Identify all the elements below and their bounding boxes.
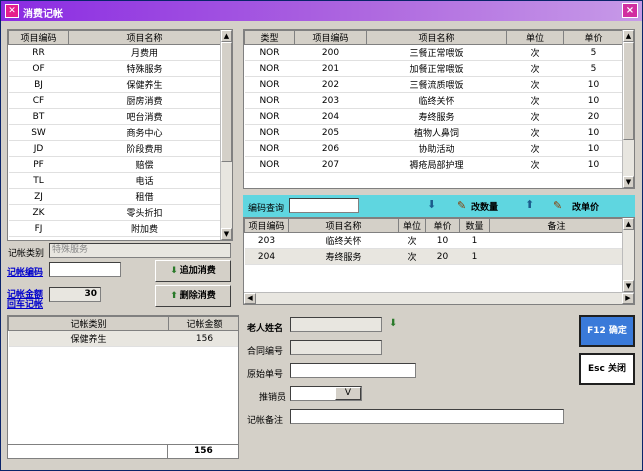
arrow-down-icon: ⬇ [170,266,178,276]
items-header-unit[interactable]: 单位 [506,30,564,45]
change-qty-icon: ✎ [457,199,467,212]
close-button[interactable]: × [622,3,638,18]
table-row[interactable]: ZK 零头折扣 [8,204,221,221]
table-row[interactable]: NOR 202 三餐流质喂饭次 10 [244,76,624,93]
catalog-header-name[interactable]: 项目名称 [68,30,221,45]
selected-header-qty[interactable]: 数量 [459,218,490,233]
query-label: 编码查询 [248,204,285,214]
table-row[interactable]: RR 月费用 [8,44,221,61]
salesperson-dropdown-button[interactable]: V [335,387,361,400]
add-consumption-button[interactable]: ⬇ 追加消费 [155,260,231,282]
note-label: 记帐备注 [247,416,284,426]
table-row[interactable]: NOR 204 寿终服务次 20 [244,108,624,125]
table-row[interactable]: NOR 200 三餐正常喂饭次 5 [244,44,624,61]
table-row[interactable]: BJ 保健养生 [8,76,221,93]
selected-header-code[interactable]: 项目编码 [244,218,289,233]
title-bar: ✕ 消费记帐 × [1,1,642,21]
table-row[interactable]: PF 赔偿 [8,156,221,173]
table-row[interactable]: OF 特殊服务 [8,60,221,77]
category-field[interactable]: 特殊服务 [49,243,231,258]
scroll-down-arrow-icon[interactable]: ▼ [221,228,232,240]
code-label[interactable]: 记帐编码 [7,265,43,278]
contract-number-field[interactable] [290,340,382,355]
elder-name-field[interactable] [290,317,382,332]
amount-field[interactable]: 30 [49,287,101,302]
delete-consumption-button[interactable]: ⬆ 删除消费 [155,285,231,307]
table-row[interactable]: NOR 207 褥疮局部护理次 10 [244,156,624,173]
items-header-code[interactable]: 项目编码 [294,30,367,45]
confirm-button[interactable]: F12 确定 [579,315,635,347]
code-query-input[interactable] [289,198,359,213]
summary-header-category[interactable]: 记帐类别 [8,316,169,331]
close-dialog-button[interactable]: Esc 关闭 [579,353,635,385]
table-row[interactable]: NOR 206 协助活动次 10 [244,140,624,157]
salesperson-label: 推销员 [259,393,287,403]
table-row[interactable]: BT 吧台消费 [8,108,221,125]
change-price-icon: ✎ [553,199,563,212]
scroll-left-arrow-icon[interactable]: ◀ [244,293,256,304]
elder-name-label: 老人姓名 [247,324,284,334]
scroll-up-arrow-icon[interactable]: ▲ [623,30,634,42]
contract-number-label: 合同编号 [247,347,284,357]
window-title: 消费记帐 [23,9,63,20]
selected-header-price[interactable]: 单价 [425,218,460,233]
note-field[interactable] [290,409,564,424]
arrow-up-icon: ⬆ [170,291,178,301]
category-label: 记帐类别 [8,249,45,259]
app-icon: ✕ [5,4,19,18]
scroll-up-arrow-icon[interactable]: ▲ [623,218,634,230]
salesperson-select[interactable]: V [290,386,362,401]
table-row[interactable]: CF 厨房消费 [8,92,221,109]
table-row[interactable]: 保健养生 156 [8,330,238,347]
table-row[interactable]: FJ 附加费 [8,220,221,237]
selected-header-name[interactable]: 项目名称 [288,218,399,233]
table-row[interactable]: ZJ 租借 [8,188,221,205]
items-header-price[interactable]: 单价 [563,30,624,45]
table-row[interactable]: 204 寿终服务次 20 1 [244,248,624,265]
scroll-thumb[interactable] [221,42,232,162]
catalog-header-code[interactable]: 项目编码 [8,30,69,45]
table-row[interactable]: SW 商务中心 [8,124,221,141]
table-row[interactable]: TL 电话 [8,172,221,189]
table-row[interactable]: NOR 203 临终关怀次 10 [244,92,624,109]
query-bar: 编码查询 ⬇ ✎ 改数量 ⬆ ✎ 改单价 [243,195,635,217]
selected-scrollbar[interactable]: ▲ ▼ [622,218,634,292]
summary-header-amount[interactable]: 记帐金额 [168,316,238,331]
change-price-button[interactable]: 改单价 [572,200,599,213]
selected-hscrollbar[interactable]: ◀ ▶ [244,292,634,304]
main-window: ✕ 消费记帐 × 项目编码 项目名称 RR 月费用 OF 特殊服务 BJ 保健养生 C… [0,0,643,471]
selected-header-note[interactable]: 备注 [489,218,624,233]
receipt-number-field[interactable] [290,363,416,378]
items-header-name[interactable]: 项目名称 [366,30,507,45]
items-table[interactable]: 类型 项目编码 项目名称 单位 单价 NOR 200 三餐正常喂饭次 5 NOR 201… [243,29,635,189]
table-row[interactable]: NOR 205 植物人鼻饲次 10 [244,124,624,141]
receipt-number-label: 原始单号 [247,370,284,380]
items-scrollbar[interactable]: ▲ ▼ [622,30,634,188]
catalog-scrollbar[interactable]: ▲ ▼ [220,30,232,240]
scroll-down-arrow-icon[interactable]: ▼ [623,280,634,292]
items-header-type[interactable]: 类型 [244,30,295,45]
selected-header-unit[interactable]: 单位 [398,218,426,233]
summary-total-row: 156 [8,444,238,458]
down-arrow-icon[interactable]: ⬇ [427,198,436,211]
summary-list[interactable]: 记帐类别 记帐金额 保健养生 156 156 [7,315,239,459]
table-row[interactable]: NOR 201 加餐正常喂饭次 5 [244,60,624,77]
selected-items-table[interactable]: 项目编码 项目名称 单位 单价 数量 备注 203 临终关怀次 10 1 204 寿终服… [243,217,635,305]
scroll-down-arrow-icon[interactable]: ▼ [623,176,634,188]
change-qty-button[interactable]: 改数量 [471,200,498,213]
catalog-list[interactable]: 项目编码 项目名称 RR 月费用 OF 特殊服务 BJ 保健养生 CF 厨房消费 BT 吧… [7,29,233,241]
scroll-right-arrow-icon[interactable]: ▶ [622,293,634,304]
scroll-up-arrow-icon[interactable]: ▲ [221,30,232,42]
table-row[interactable]: JD 阶段费用 [8,140,221,157]
summary-total: 156 [194,446,213,456]
up-arrow-icon[interactable]: ⬆ [525,198,534,211]
code-field[interactable] [49,262,121,277]
table-row[interactable]: 203 临终关怀次 10 1 [244,232,624,249]
elder-lookup-icon[interactable]: ⬇ [389,318,397,329]
enter-post-label[interactable]: 回车记帐 [7,297,43,310]
scroll-thumb[interactable] [623,42,634,140]
